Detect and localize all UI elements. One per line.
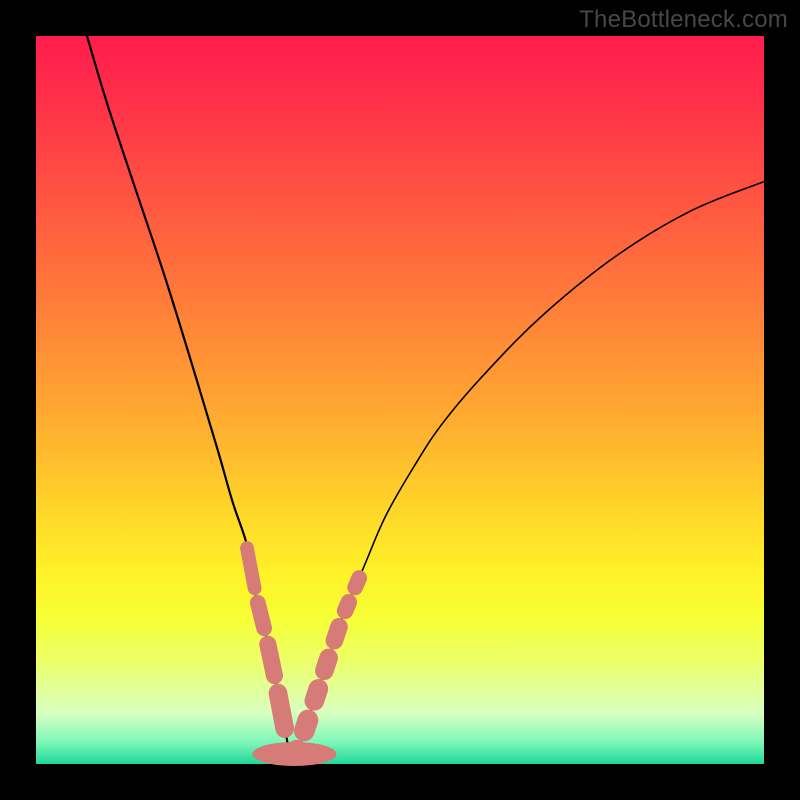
overlay-blob-segment — [323, 616, 350, 652]
overlay-blob-segment — [267, 682, 296, 739]
overlay-blob-segment — [334, 591, 359, 621]
overlay-blob-trough — [252, 742, 336, 766]
curve-right-branch — [291, 182, 764, 764]
curve-left-branch — [87, 36, 291, 764]
chart-svg — [36, 36, 764, 764]
watermark-text: TheBottleneck.com — [579, 6, 788, 34]
overlay-blob-segment — [345, 568, 370, 598]
overlay-blob-segment — [258, 634, 285, 686]
overlay-blob-segment — [248, 593, 273, 638]
overlay-blob-segment — [291, 707, 321, 744]
overlay-blob-segment — [313, 646, 341, 682]
plot-area — [36, 36, 764, 764]
overlay-blob-group — [239, 540, 370, 768]
curve-group — [87, 36, 764, 764]
chart-frame: TheBottleneck.com — [0, 0, 800, 800]
overlay-blob-segment — [302, 676, 331, 713]
overlay-blob-segment — [239, 540, 263, 596]
